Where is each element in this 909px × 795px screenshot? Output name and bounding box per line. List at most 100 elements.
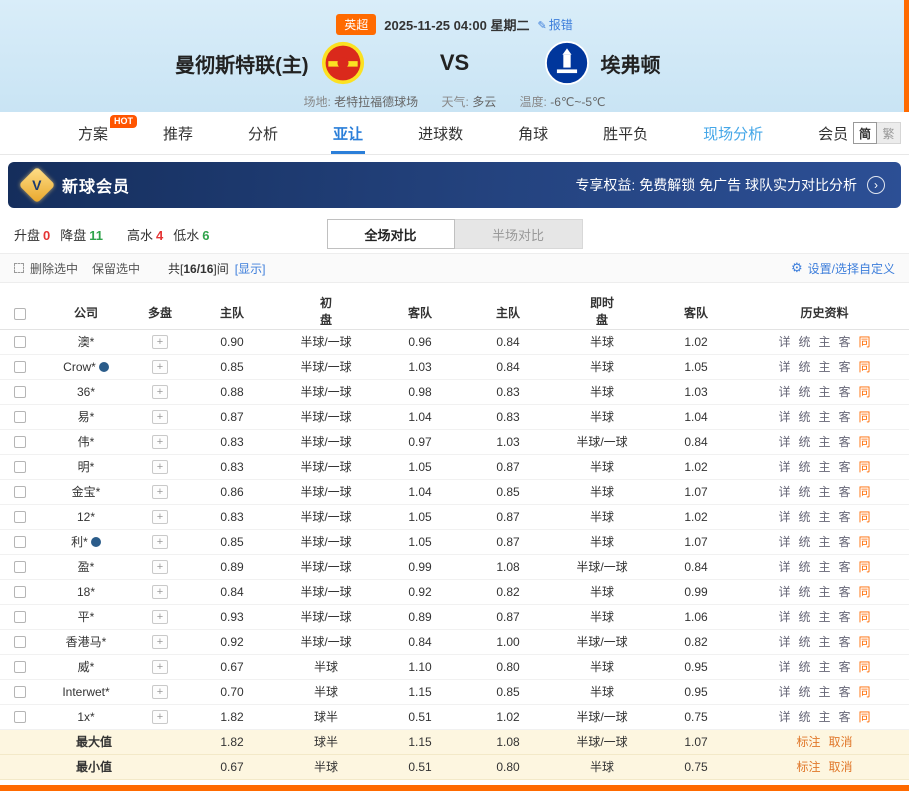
select-all-checkbox[interactable] — [14, 308, 26, 320]
tab-corners[interactable]: 角球 — [516, 112, 550, 154]
company-name[interactable]: 利* — [71, 535, 88, 549]
history-link-home[interactable]: 主 — [818, 385, 830, 399]
expand-multi-button[interactable]: + — [152, 560, 168, 574]
history-link-detail[interactable]: 详 — [778, 510, 790, 524]
row-checkbox[interactable] — [14, 561, 26, 573]
history-link-same[interactable]: 同 — [859, 610, 871, 624]
history-link-detail[interactable]: 详 — [778, 360, 790, 374]
history-link-home[interactable]: 主 — [818, 660, 830, 674]
row-checkbox[interactable] — [14, 386, 26, 398]
history-link-away[interactable]: 客 — [839, 460, 851, 474]
tab-analysis[interactable]: 分析 — [246, 112, 280, 154]
delete-selected-button[interactable]: 删除选中 — [30, 260, 78, 277]
history-link-away[interactable]: 客 — [839, 660, 851, 674]
history-link-away[interactable]: 客 — [839, 560, 851, 574]
tab-asian-handicap[interactable]: 亚让 — [331, 112, 365, 154]
history-link-stats[interactable]: 统 — [798, 360, 810, 374]
history-link-detail[interactable]: 详 — [778, 410, 790, 424]
history-link-same[interactable]: 同 — [859, 385, 871, 399]
history-link-away[interactable]: 客 — [839, 685, 851, 699]
company-name[interactable]: 12* — [77, 510, 95, 524]
row-checkbox[interactable] — [14, 511, 26, 523]
history-link-same[interactable]: 同 — [859, 335, 871, 349]
expand-multi-button[interactable]: + — [152, 660, 168, 674]
history-link-home[interactable]: 主 — [818, 360, 830, 374]
cancel-link[interactable]: 取消 — [829, 760, 853, 774]
half-match-toggle[interactable]: 半场对比 — [455, 219, 583, 249]
history-link-home[interactable]: 主 — [818, 460, 830, 474]
expand-multi-button[interactable]: + — [152, 710, 168, 724]
expand-multi-button[interactable]: + — [152, 335, 168, 349]
history-link-detail[interactable]: 详 — [778, 710, 790, 724]
history-link-stats[interactable]: 统 — [798, 610, 810, 624]
company-name[interactable]: 18* — [77, 585, 95, 599]
mark-link[interactable]: 标注 — [796, 735, 820, 749]
history-link-home[interactable]: 主 — [818, 510, 830, 524]
keep-selected-button[interactable]: 保留选中 — [92, 260, 140, 277]
history-link-stats[interactable]: 统 — [798, 435, 810, 449]
history-link-detail[interactable]: 详 — [778, 535, 790, 549]
history-link-away[interactable]: 客 — [839, 385, 851, 399]
history-link-same[interactable]: 同 — [859, 360, 871, 374]
history-link-same[interactable]: 同 — [859, 685, 871, 699]
history-link-same[interactable]: 同 — [859, 410, 871, 424]
expand-multi-button[interactable]: + — [152, 460, 168, 474]
lang-simplified-button[interactable]: 简 — [853, 122, 877, 144]
history-link-stats[interactable]: 统 — [798, 710, 810, 724]
company-info-icon[interactable] — [99, 362, 109, 372]
history-link-detail[interactable]: 详 — [778, 685, 790, 699]
history-link-home[interactable]: 主 — [818, 610, 830, 624]
history-link-same[interactable]: 同 — [859, 585, 871, 599]
settings-link[interactable]: ⚙设置/选择自定义 — [791, 260, 895, 277]
history-link-same[interactable]: 同 — [859, 535, 871, 549]
history-link-home[interactable]: 主 — [818, 585, 830, 599]
history-link-stats[interactable]: 统 — [798, 485, 810, 499]
history-link-home[interactable]: 主 — [818, 635, 830, 649]
history-link-same[interactable]: 同 — [859, 710, 871, 724]
company-name[interactable]: 36* — [77, 385, 95, 399]
mark-link[interactable]: 标注 — [796, 760, 820, 774]
history-link-stats[interactable]: 统 — [798, 510, 810, 524]
company-name[interactable]: Interwet* — [62, 685, 109, 699]
history-link-detail[interactable]: 详 — [778, 485, 790, 499]
lang-traditional-button[interactable]: 繁 — [877, 122, 901, 144]
history-link-stats[interactable]: 统 — [798, 335, 810, 349]
row-checkbox[interactable] — [14, 486, 26, 498]
expand-multi-button[interactable]: + — [152, 385, 168, 399]
history-link-detail[interactable]: 详 — [778, 585, 790, 599]
history-link-stats[interactable]: 统 — [798, 585, 810, 599]
expand-multi-button[interactable]: + — [152, 535, 168, 549]
history-link-away[interactable]: 客 — [839, 435, 851, 449]
history-link-detail[interactable]: 详 — [778, 660, 790, 674]
company-name[interactable]: 盈* — [78, 560, 95, 574]
row-checkbox[interactable] — [14, 361, 26, 373]
company-name[interactable]: 1x* — [77, 710, 94, 724]
show-link[interactable]: [显示] — [235, 260, 266, 277]
report-error-link[interactable]: ✎报错 — [538, 16, 573, 33]
history-link-home[interactable]: 主 — [818, 410, 830, 424]
row-checkbox[interactable] — [14, 661, 26, 673]
company-name[interactable]: 澳* — [78, 335, 95, 349]
tab-recommend[interactable]: 推荐 — [161, 112, 195, 154]
company-name[interactable]: 伟* — [78, 435, 95, 449]
history-link-same[interactable]: 同 — [859, 485, 871, 499]
company-name[interactable]: 平* — [78, 610, 95, 624]
history-link-stats[interactable]: 统 — [798, 385, 810, 399]
history-link-home[interactable]: 主 — [818, 685, 830, 699]
history-link-away[interactable]: 客 — [839, 610, 851, 624]
history-link-same[interactable]: 同 — [859, 460, 871, 474]
row-checkbox[interactable] — [14, 586, 26, 598]
history-link-detail[interactable]: 详 — [778, 635, 790, 649]
history-link-detail[interactable]: 详 — [778, 335, 790, 349]
history-link-detail[interactable]: 详 — [778, 560, 790, 574]
row-checkbox[interactable] — [14, 636, 26, 648]
expand-multi-button[interactable]: + — [152, 635, 168, 649]
company-name[interactable]: 威* — [78, 660, 95, 674]
history-link-stats[interactable]: 统 — [798, 460, 810, 474]
expand-multi-button[interactable]: + — [152, 585, 168, 599]
history-link-stats[interactable]: 统 — [798, 560, 810, 574]
expand-multi-button[interactable]: + — [152, 410, 168, 424]
history-link-detail[interactable]: 详 — [778, 385, 790, 399]
history-link-away[interactable]: 客 — [839, 510, 851, 524]
cancel-link[interactable]: 取消 — [829, 735, 853, 749]
